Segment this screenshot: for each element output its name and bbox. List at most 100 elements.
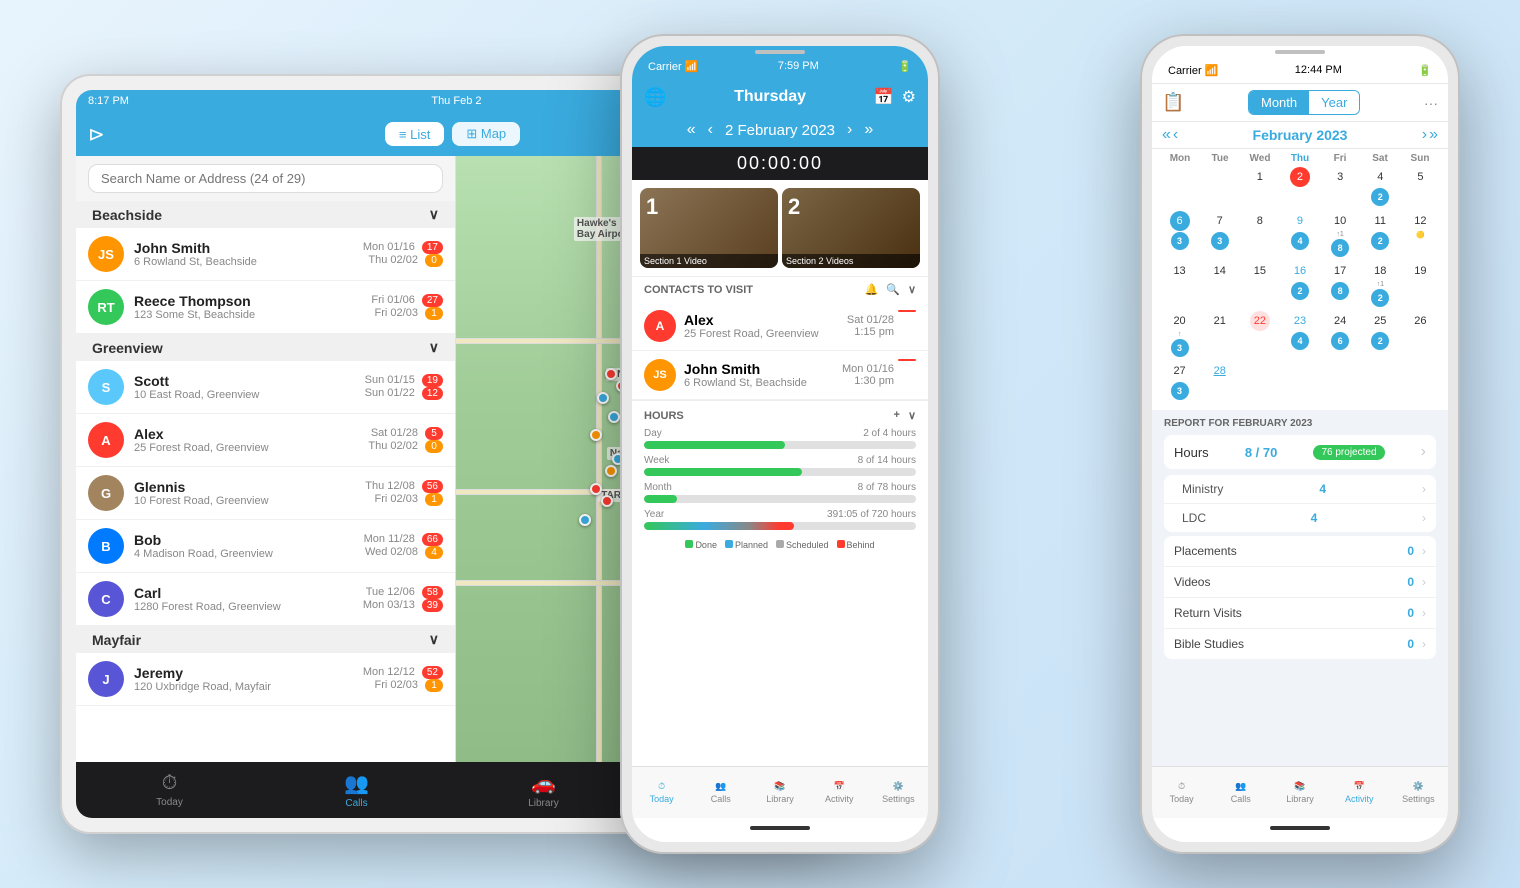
search-icon: 🔍 [886,283,900,296]
contact-row[interactable]: A Alex 25 Forest Road, Greenview Sat 01/… [76,414,455,467]
calendar-icon[interactable]: 📅 [874,87,894,107]
sub-row-ministry[interactable]: Ministry 4 › [1164,475,1436,504]
calls-icon: 👥 [344,771,369,796]
phone2-tabs: ⏱ Today 👥 Calls 📚 Library 📅 Activity ⚙️ [1152,766,1448,818]
video-thumb-1[interactable]: 1 Section 1 Video [640,188,778,268]
nav-title: Thursday [734,88,806,106]
tab-activity[interactable]: 📅 Activity [810,767,869,818]
contact-row[interactable]: RT Reece Thompson 123 Some St, Beachside… [76,281,455,334]
timer-display: 00:00:00 [632,147,928,180]
calls-icon: 👥 [1235,781,1246,792]
next-next-arrow[interactable]: » [1429,126,1438,144]
contact-row[interactable]: C Carl 1280 Forest Road, Greenview Tue 1… [76,573,455,626]
hours-section: HOURS + ∨ Day 2 of 4 hours [632,400,928,558]
carrier-label: Carrier 📶 [1168,64,1218,77]
contact-dates: Mon 01/16 17 Thu 02/02 0 [363,241,443,267]
tablet-time: 8:17 PM [88,95,129,107]
hours-summary: Hours 8 / 70 76 projected › [1164,435,1436,469]
tab-label: Today [156,797,183,808]
prev-arrow[interactable]: ‹ [1173,126,1178,144]
sub-row-ldc[interactable]: LDC 4 › [1164,504,1436,532]
tab-library[interactable]: 🚗 Library [450,762,637,818]
month-view-button[interactable]: Month [1249,91,1309,114]
settings-icon[interactable]: ⚙ [902,87,916,107]
date-display: 2 February 2023 [725,122,835,139]
settings-icon: ⚙️ [893,781,904,792]
next-arrow[interactable]: › [1422,126,1427,144]
filter-button[interactable]: ⊳ [88,122,105,147]
prev-prev-arrow[interactable]: « [687,121,696,139]
contact-row[interactable]: J Jeremy 120 Uxbridge Road, Mayfair Mon … [76,653,455,706]
tab-today[interactable]: ⏱ Today [632,767,691,818]
library-icon: 📚 [1294,781,1305,792]
tab-label: Library [528,798,559,809]
chevron-down-icon: ∨ [908,409,916,422]
hours-row-week: Week 8 of 14 hours [644,455,916,476]
contact-dates: Mon 11/28 66 Wed 02/08 4 [364,533,443,559]
note-icon[interactable]: 📋 [1162,92,1184,113]
chevron-down-icon: ∨ [429,206,439,223]
list-view-button[interactable]: ≡ List [385,122,444,146]
chevron-right-icon: › [1421,443,1426,461]
avatar: JS [88,236,124,272]
tab-library[interactable]: 📚 Library [750,767,809,818]
tab-today[interactable]: ⏱ Today [1152,767,1211,818]
more-icon[interactable]: ··· [1424,95,1438,111]
cal-week: 27 3 28 [1160,360,1440,402]
contact-row[interactable]: S Scott 10 East Road, Greenview Sun 01/1… [76,361,455,414]
contact-dates: Tue 12/06 58 Mon 03/13 39 [363,586,443,612]
tab-label: Calls [345,798,367,809]
map-view-button[interactable]: ⊞ Map [452,122,520,146]
time-label: 12:44 PM [1295,64,1342,77]
tab-library[interactable]: 📚 Library [1270,767,1329,818]
next-arrow[interactable]: › [847,121,852,139]
visit-row-alex[interactable]: A Alex 25 Forest Road, Greenview Sat 01/… [632,302,928,351]
video-thumb-2[interactable]: 2 Section 2 Videos [782,188,920,268]
phone1-status: Carrier 📶 7:59 PM 🔋 [632,58,928,77]
next-next-arrow[interactable]: » [864,121,873,139]
report-title: REPORT FOR FEBRUARY 2023 [1164,418,1436,429]
carrier-label: Carrier 📶 [648,60,698,73]
avatar: S [88,369,124,405]
tab-today[interactable]: ⏱ Today [76,762,263,818]
prev-arrow[interactable]: ‹ [708,121,713,139]
phone-speaker [1275,50,1325,54]
activity-icon: 📅 [1354,781,1365,792]
tab-calls[interactable]: 👥 Calls [691,767,750,818]
tab-calls[interactable]: 👥 Calls [1211,767,1270,818]
battery-icon: 🔋 [898,60,912,73]
report-item-return-visits[interactable]: Return Visits 0 › [1164,598,1436,629]
cal-week: 20 ↑ 3 21 22 23 4 24 [1160,310,1440,358]
report-item-bible-studies[interactable]: Bible Studies 0 › [1164,629,1436,659]
chevron-down-icon: ∨ [429,339,439,356]
cal-grid: Mon Tue Wed Thu Fri Sat Sun 1 [1152,149,1448,410]
globe-icon[interactable]: 🌐 [644,87,666,108]
cal-week: 1 2 3 4 2 5 [1160,166,1440,208]
report-item-placements[interactable]: Placements 0 › [1164,536,1436,567]
avatar: C [88,581,124,617]
tab-settings[interactable]: ⚙️ Settings [869,767,928,818]
contact-dates: Thu 12/08 56 Fri 02/03 1 [365,480,443,506]
activity-icon: 📅 [834,781,845,792]
contact-row[interactable]: JS John Smith 6 Rowland St, Beachside Mo… [76,228,455,281]
avatar: B [88,528,124,564]
month-title: February 2023 [1253,127,1348,143]
map-pin [590,429,602,441]
chevron-down-icon: ∨ [908,283,916,296]
contact-row[interactable]: G Glennis 10 Forest Road, Greenview Thu … [76,467,455,520]
home-bar [1152,818,1448,842]
tab-calls[interactable]: 👥 Calls [263,762,450,818]
sub-rows: Ministry 4 › LDC 4 › [1164,475,1436,532]
visit-row-johnsmith[interactable]: JS John Smith 6 Rowland St, Beachside Mo… [632,351,928,400]
year-view-button[interactable]: Year [1309,91,1359,114]
tab-settings[interactable]: ⚙️ Settings [1389,767,1448,818]
map-pin [579,514,591,526]
contact-row[interactable]: B Bob 4 Madison Road, Greenview Mon 11/2… [76,520,455,573]
tab-activity[interactable]: 📅 Activity [1330,767,1389,818]
prev-prev-arrow[interactable]: « [1162,126,1171,144]
hours-row-year: Year 391:05 of 720 hours [644,509,916,530]
contact-dates: Sun 01/15 19 Sun 01/22 12 [365,374,443,400]
report-item-videos[interactable]: Videos 0 › [1164,567,1436,598]
contacts-panel: Beachside ∨ JS John Smith 6 Rowland St, … [76,156,456,762]
search-input[interactable] [88,164,443,193]
